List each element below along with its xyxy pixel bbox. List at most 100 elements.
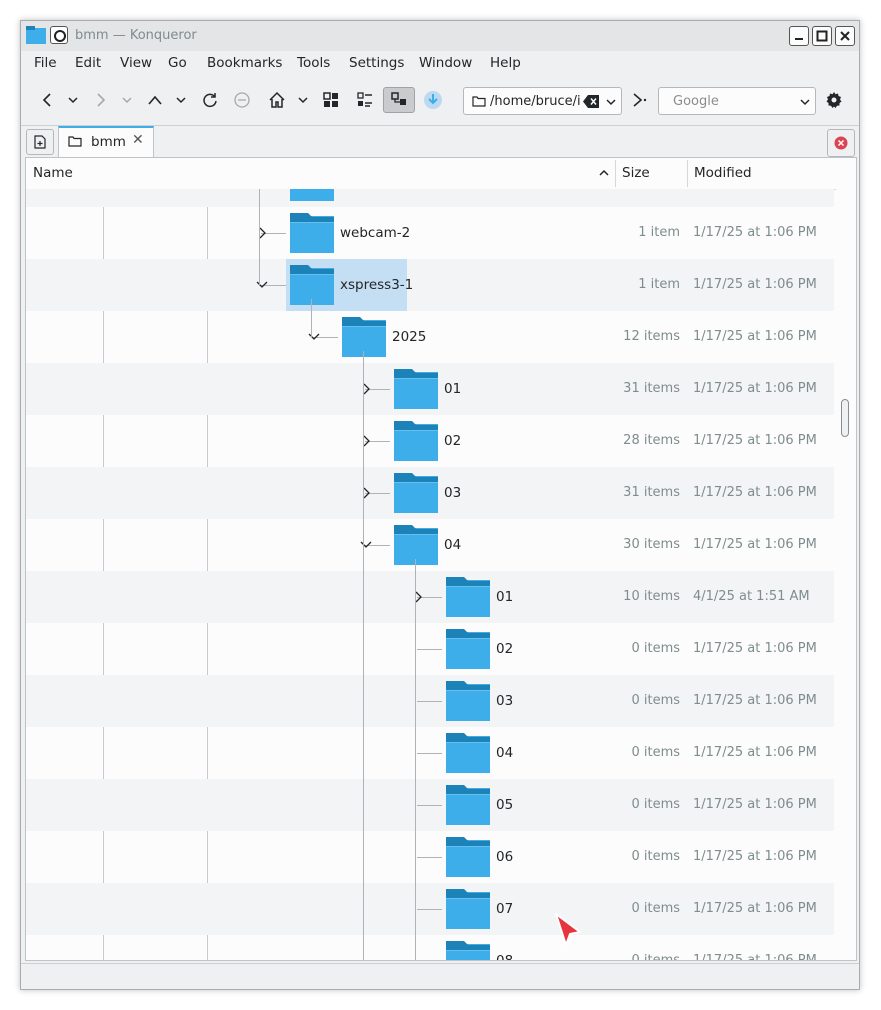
konqueror-window: bmm — Konqueror File Edit View Go Bookma… (20, 20, 860, 990)
vertical-scrollbar[interactable] (837, 158, 856, 960)
sort-ascending-icon[interactable] (598, 168, 610, 178)
tree-row[interactable]: 07 0 items 1/17/25 at 1:06 PM (26, 883, 834, 935)
file-modified: 1/17/25 at 1:06 PM (693, 381, 817, 396)
expander-open-icon[interactable] (255, 278, 269, 292)
column-modified[interactable]: Modified (694, 158, 752, 189)
file-modified: 1/17/25 at 1:06 PM (693, 797, 817, 812)
search-input[interactable]: Google (673, 94, 719, 109)
folder-icon (290, 265, 334, 305)
expander-closed-icon[interactable] (359, 486, 373, 500)
scrollbar-thumb[interactable] (841, 399, 849, 437)
column-size[interactable]: Size (622, 158, 650, 189)
folder-icon (290, 189, 334, 201)
tab-close-icon[interactable]: ✕ (132, 132, 144, 148)
minimize-button[interactable] (789, 26, 809, 46)
main-toolbar: /home/bruce/i Google (21, 77, 859, 123)
back-button[interactable] (37, 87, 57, 113)
folder-icon (446, 889, 490, 929)
file-modified: 1/17/25 at 1:06 PM (693, 849, 817, 864)
forward-history-dropdown[interactable] (119, 87, 135, 113)
home-button[interactable] (267, 87, 287, 113)
chevron-down-icon (298, 97, 308, 104)
status-bar (21, 963, 859, 989)
home-dropdown[interactable] (295, 87, 311, 113)
location-input[interactable]: /home/bruce/i (490, 94, 582, 109)
expander-closed-icon[interactable] (255, 226, 269, 240)
tab-bmm[interactable]: bmm ✕ (58, 126, 154, 157)
gear-icon (826, 92, 842, 108)
file-name: xspress3-1 (340, 277, 414, 293)
column-separator[interactable] (687, 160, 688, 187)
tree-row[interactable]: 04 0 items 1/17/25 at 1:06 PM (26, 727, 834, 779)
tree-row[interactable] (26, 189, 834, 207)
chevron-down-icon[interactable] (605, 97, 617, 107)
reload-icon (203, 93, 217, 108)
tree-row[interactable]: 05 0 items 1/17/25 at 1:06 PM (26, 779, 834, 831)
menu-view[interactable]: View (120, 55, 152, 71)
file-size: 30 items (623, 537, 680, 552)
tree-row[interactable]: 2025 12 items 1/17/25 at 1:06 PM (26, 311, 834, 363)
chevron-down-icon[interactable] (799, 97, 811, 107)
file-name: 04 (444, 537, 462, 553)
tree-row[interactable]: 08 0 items 1/17/25 at 1:06 PM (26, 935, 834, 960)
tree-row[interactable]: 02 28 items 1/17/25 at 1:06 PM (26, 415, 834, 467)
forward-button[interactable] (91, 87, 111, 113)
up-dropdown[interactable] (173, 87, 189, 113)
tree-row[interactable]: webcam-2 1 item 1/17/25 at 1:06 PM (26, 207, 834, 259)
back-history-dropdown[interactable] (65, 87, 81, 113)
tree-row[interactable]: 02 0 items 1/17/25 at 1:06 PM (26, 623, 834, 675)
details-view-button[interactable] (354, 87, 376, 113)
tree-row[interactable]: 04 30 items 1/17/25 at 1:06 PM (26, 519, 834, 571)
tree-rows: webcam-2 1 item 1/17/25 at 1:06 PM xspress3… (26, 189, 836, 960)
menu-bookmarks[interactable]: Bookmarks (207, 55, 282, 71)
maximize-button[interactable] (812, 26, 832, 46)
close-current-tab-button[interactable] (827, 129, 855, 157)
menu-help[interactable]: Help (490, 55, 521, 71)
folder-icon (446, 785, 490, 825)
details-list-icon (357, 92, 372, 107)
column-separator[interactable] (615, 160, 616, 187)
close-window-button[interactable] (835, 26, 855, 46)
file-size: 0 items (631, 797, 680, 812)
stop-button[interactable] (231, 87, 253, 113)
menu-settings[interactable]: Settings (349, 55, 404, 71)
column-name[interactable]: Name (33, 158, 73, 189)
menu-go[interactable]: Go (168, 55, 187, 71)
go-arrow-icon (633, 93, 647, 107)
title-bar[interactable]: bmm — Konqueror (21, 21, 859, 51)
forward-arrow-icon (97, 93, 106, 107)
menu-file[interactable]: File (34, 55, 57, 71)
tree-row[interactable]: xspress3-1 1 item 1/17/25 at 1:06 PM (26, 259, 834, 311)
folder-icon (446, 629, 490, 669)
file-tree-view[interactable]: Name Size Modified webcam-2 1 item 1/17/25… (25, 157, 857, 961)
tree-view-button[interactable] (383, 87, 415, 113)
expander-open-icon[interactable] (359, 538, 373, 552)
tree-branch-line (417, 857, 442, 858)
tree-row[interactable]: 06 0 items 1/17/25 at 1:06 PM (26, 831, 834, 883)
expander-closed-icon[interactable] (359, 434, 373, 448)
folder-icon (290, 213, 334, 253)
expander-closed-icon[interactable] (411, 590, 425, 604)
tree-row[interactable]: 01 10 items 4/1/25 at 1:51 AM (26, 571, 834, 623)
menu-edit[interactable]: Edit (75, 55, 101, 71)
web-search-box[interactable]: Google (658, 87, 816, 115)
tree-row[interactable]: 01 31 items 1/17/25 at 1:06 PM (26, 363, 834, 415)
reload-button[interactable] (199, 87, 221, 113)
menu-window[interactable]: Window (419, 55, 472, 71)
menu-tools[interactable]: Tools (297, 55, 330, 71)
clear-text-icon[interactable] (583, 95, 599, 108)
up-button[interactable] (145, 87, 165, 113)
expander-closed-icon[interactable] (359, 382, 373, 396)
go-button[interactable] (629, 87, 651, 113)
settings-button[interactable] (823, 87, 845, 113)
icons-view-button[interactable] (320, 87, 342, 113)
location-bar[interactable]: /home/bruce/i (463, 87, 622, 115)
file-name: 02 (444, 433, 462, 449)
tree-row[interactable]: 03 0 items 1/17/25 at 1:06 PM (26, 675, 834, 727)
download-button[interactable] (421, 87, 445, 113)
expander-open-icon[interactable] (307, 330, 321, 344)
tree-row[interactable]: 03 31 items 1/17/25 at 1:06 PM (26, 467, 834, 519)
file-name: webcam-2 (340, 225, 411, 241)
folder-icon (394, 421, 438, 461)
new-tab-button[interactable] (26, 129, 54, 155)
